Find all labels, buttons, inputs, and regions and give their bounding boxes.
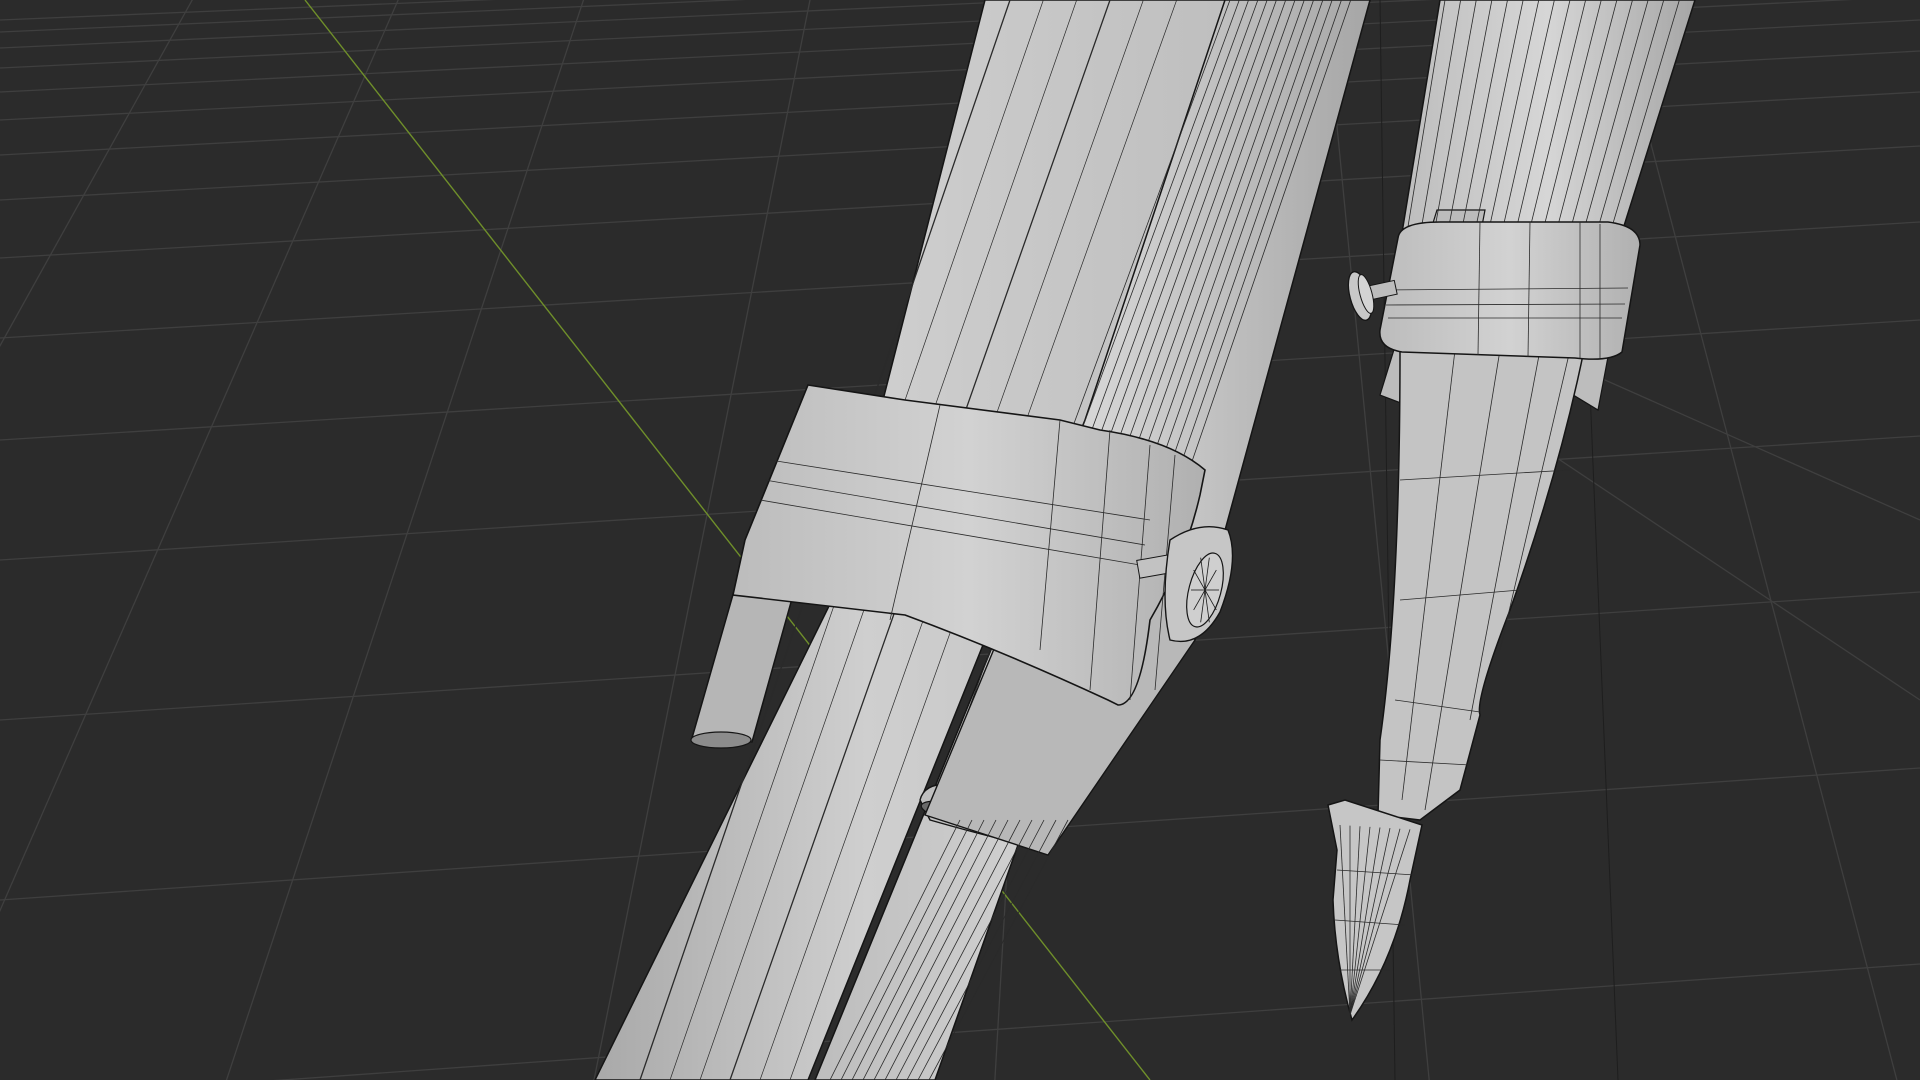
grid-line xyxy=(0,0,399,913)
guide-line xyxy=(1589,389,1619,1080)
leg-spike-foot xyxy=(1327,799,1423,1022)
tripod-leg-back[interactable] xyxy=(1327,0,1696,1022)
grid-line xyxy=(225,0,585,1080)
3d-viewport[interactable] xyxy=(0,0,1920,1080)
leg-clamp-back[interactable] xyxy=(1379,221,1641,360)
grid-line xyxy=(1499,419,1920,701)
viewport-canvas[interactable] xyxy=(0,0,1920,1080)
grid-line xyxy=(0,0,193,348)
grid-line xyxy=(1900,0,1920,1080)
